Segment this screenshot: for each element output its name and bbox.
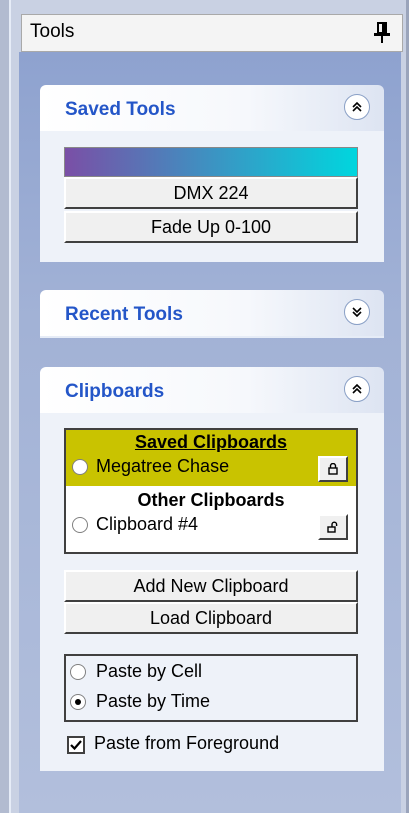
paste-from-foreground-checkbox[interactable]	[67, 736, 85, 754]
lock-button[interactable]	[318, 456, 348, 482]
pin-icon[interactable]	[372, 21, 392, 45]
saved-tools-body: DMX 224 Fade Up 0-100	[40, 131, 384, 262]
paste-by-time-radio[interactable]	[70, 694, 86, 710]
megatree-chase-radio[interactable]	[72, 459, 88, 475]
tools-titlebar: Tools	[21, 14, 403, 52]
load-clipboard-button[interactable]: Load Clipboard	[64, 602, 358, 634]
recent-tools-title: Recent Tools	[65, 304, 183, 325]
expand-icon[interactable]	[344, 299, 370, 325]
window-title: Tools	[30, 21, 75, 42]
clipboards-group: Clipboards Saved Clipboards Megatree Cha…	[40, 367, 384, 771]
saved-clipboards-header: Saved Clipboards	[134, 432, 288, 452]
saved-tool-dmx-button[interactable]: DMX 224	[64, 177, 358, 209]
saved-tools-header[interactable]: Saved Tools	[40, 85, 384, 131]
collapse-icon[interactable]	[344, 94, 370, 120]
left-dock-strip	[0, 0, 11, 813]
add-new-clipboard-button[interactable]: Add New Clipboard	[64, 570, 358, 602]
unlock-icon	[327, 521, 338, 533]
clipboard-list: Saved Clipboards Megatree Chase Other Cl…	[64, 428, 358, 554]
megatree-chase-label: Megatree Chase	[96, 456, 230, 476]
unlock-button[interactable]	[318, 514, 348, 540]
paste-from-foreground-label: Paste from Foreground	[94, 733, 280, 753]
clipboard-4-label: Clipboard #4	[96, 514, 199, 534]
saved-tools-group: Saved Tools DMX 224 Fade Up 0-100	[40, 85, 384, 262]
paste-by-cell-label: Paste by Cell	[96, 661, 203, 681]
recent-tools-group: Recent Tools	[40, 290, 384, 338]
paste-by-time-label: Paste by Time	[96, 691, 211, 711]
tools-window: Tools Saved Tools DMX 224 Fade Up 0-100 …	[0, 0, 409, 813]
clipboards-body: Saved Clipboards Megatree Chase Other Cl…	[40, 413, 384, 771]
paste-by-cell-radio[interactable]	[70, 664, 86, 680]
color-gradient-swatch[interactable]	[64, 147, 358, 177]
saved-tool-fade-button[interactable]: Fade Up 0-100	[64, 211, 358, 243]
clipboard-4-radio[interactable]	[72, 517, 88, 533]
clipboards-header[interactable]: Clipboards	[40, 367, 384, 413]
recent-tools-header[interactable]: Recent Tools	[40, 290, 384, 338]
other-clipboards-header: Other Clipboards	[137, 490, 285, 510]
paste-mode-group: Paste by Cell Paste by Time	[64, 654, 358, 722]
collapse-icon[interactable]	[344, 376, 370, 402]
saved-tools-title: Saved Tools	[65, 99, 176, 120]
clipboards-title: Clipboards	[65, 381, 165, 402]
lock-icon	[328, 463, 338, 475]
